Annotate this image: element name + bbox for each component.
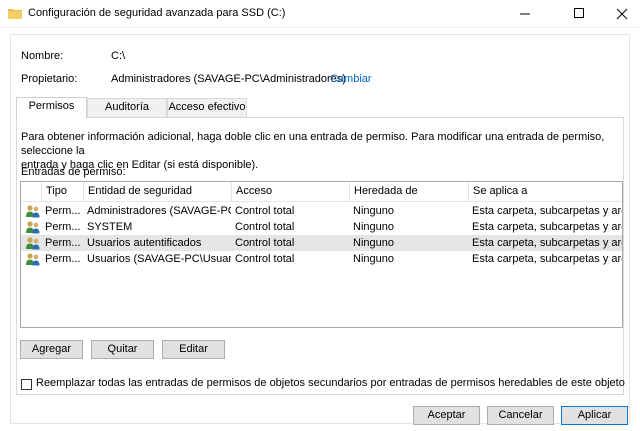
column-entidad[interactable]: Entidad de seguridad (83, 182, 231, 202)
column-acceso[interactable]: Acceso (231, 182, 349, 202)
tab-permisos[interactable]: Permisos (16, 97, 87, 118)
maximize-button[interactable] (556, 0, 602, 28)
row-tipo: Perm... (45, 253, 81, 265)
minimize-button[interactable] (502, 0, 548, 28)
editar-button[interactable]: Editar (162, 340, 225, 359)
row-heredada: Ninguno (353, 205, 394, 217)
entries-label: Entradas de permiso: (21, 166, 126, 178)
minimize-icon (520, 13, 530, 15)
list-header: Tipo Entidad de seguridad Acceso Heredad… (21, 182, 622, 202)
row-tipo: Perm... (45, 221, 81, 233)
aplicar-button[interactable]: Aplicar (561, 406, 628, 425)
row-entidad: Usuarios autentificados (87, 237, 202, 249)
row-heredada: Ninguno (353, 221, 394, 233)
row-tipo: Perm... (45, 237, 81, 249)
row-acceso: Control total (235, 253, 295, 265)
users-icon (26, 205, 40, 218)
dialog-body: Nombre: C:\ Propietario: Administradores… (0, 28, 640, 424)
row-heredada: Ninguno (353, 237, 394, 249)
table-row[interactable]: Perm... Administradores (SAVAGE-PC... Co… (21, 203, 623, 219)
replace-permissions-label: Reemplazar todas las entradas de permiso… (36, 377, 625, 389)
window-title: Configuración de seguridad avanzada para… (28, 7, 286, 19)
row-tipo: Perm... (45, 205, 81, 217)
row-entidad: SYSTEM (87, 221, 133, 233)
row-acceso: Control total (235, 221, 295, 233)
quitar-button[interactable]: Quitar (91, 340, 154, 359)
row-aplica: Esta carpeta, subcarpetas y arc... (472, 205, 623, 217)
propietario-value: Administradores (SAVAGE-PC\Administrador… (111, 73, 346, 85)
folder-icon (8, 9, 22, 19)
table-row[interactable]: Perm... SYSTEM Control total Ninguno Est… (21, 219, 623, 235)
maximize-icon (574, 8, 584, 18)
column-heredada[interactable]: Heredada de (349, 182, 468, 202)
close-icon (616, 8, 628, 20)
row-acceso: Control total (235, 237, 295, 249)
close-button[interactable] (604, 0, 640, 28)
users-icon (26, 221, 40, 234)
tab-auditoria[interactable]: Auditoría (87, 98, 167, 117)
row-aplica: Esta carpeta, subcarpetas y arc... (472, 237, 623, 249)
aceptar-button[interactable]: Aceptar (413, 406, 480, 425)
cancelar-button[interactable]: Cancelar (487, 406, 554, 425)
table-row[interactable]: Perm... Usuarios (SAVAGE-PC\Usuarios) Co… (21, 251, 623, 267)
title-bar: Configuración de seguridad avanzada para… (0, 0, 640, 28)
info-text-line-1: Para obtener información adicional, haga… (21, 131, 605, 157)
row-entidad: Usuarios (SAVAGE-PC\Usuarios) (87, 253, 231, 265)
row-aplica: Esta carpeta, subcarpetas y arc... (472, 253, 623, 265)
tab-acceso-efectivo[interactable]: Acceso efectivo (167, 98, 247, 117)
row-aplica: Esta carpeta, subcarpetas y arc... (472, 221, 623, 233)
row-heredada: Ninguno (353, 253, 394, 265)
users-icon (26, 253, 40, 266)
row-acceso: Control total (235, 205, 295, 217)
propietario-label: Propietario: (21, 73, 78, 85)
cambiar-link[interactable]: Cambiar (330, 73, 372, 85)
column-aplica[interactable]: Se aplica a (468, 182, 622, 202)
agregar-button[interactable]: Agregar (20, 340, 83, 359)
table-row[interactable]: Perm... Usuarios autentificados Control … (21, 235, 623, 251)
users-icon (26, 237, 40, 250)
column-tipo[interactable]: Tipo (41, 182, 83, 202)
nombre-label: Nombre: (21, 50, 64, 62)
replace-permissions-checkbox[interactable] (21, 379, 32, 390)
permisos-tab-content: Para obtener información adicional, haga… (16, 117, 625, 395)
permission-entries-list[interactable]: Tipo Entidad de seguridad Acceso Heredad… (20, 181, 623, 328)
nombre-value: C:\ (111, 50, 126, 62)
row-entidad: Administradores (SAVAGE-PC... (87, 205, 231, 217)
